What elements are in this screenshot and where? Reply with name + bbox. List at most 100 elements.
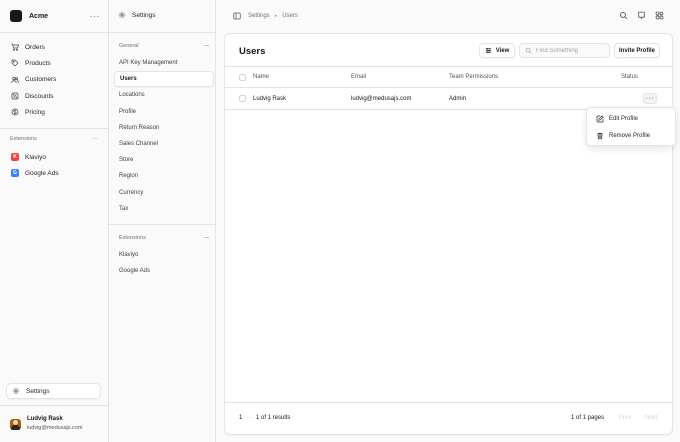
settings-button[interactable]: Settings	[6, 383, 101, 399]
gear-icon	[118, 11, 126, 19]
invite-profile-button[interactable]: Invite Profile	[614, 43, 660, 58]
page-size-more-icon[interactable]: ···	[246, 415, 252, 421]
notification-icon[interactable]	[637, 11, 646, 20]
view-button[interactable]: View	[479, 43, 515, 58]
extensions-header-label: Extensions	[10, 136, 37, 142]
user-info: Ludvig Rask ludvig@medusajs.com	[27, 415, 82, 433]
row-actions-menu: Edit Profile Remove Profile	[586, 107, 676, 146]
page-count: 1 of 1 pages	[571, 415, 605, 421]
settings-item-tax[interactable]: Tax	[114, 201, 214, 217]
select-all-checkbox[interactable]	[239, 73, 246, 81]
pagination: 1 ··· 1 of 1 results 1 of 1 pages Prev N…	[225, 402, 672, 435]
settings-label: Settings	[26, 387, 50, 395]
settings-item-region[interactable]: Region	[114, 168, 214, 184]
extensions-more-icon[interactable]: ···	[93, 136, 99, 142]
nav-label: Klaviyo	[25, 153, 46, 161]
search-icon	[525, 47, 532, 54]
sidebar-divider	[0, 128, 108, 129]
edit-icon	[596, 114, 604, 123]
nav-item-google-ads[interactable]: G Google Ads	[6, 165, 102, 181]
settings-title-label: Settings	[132, 11, 156, 19]
settings-item-locations[interactable]: Locations	[114, 87, 214, 103]
column-name[interactable]: Name	[253, 67, 269, 87]
results-count: 1 of 1 results	[256, 415, 291, 421]
settings-extensions-label: Extensions	[119, 235, 146, 241]
nav-item-klaviyo[interactable]: K Klaviyo	[6, 149, 102, 165]
breadcrumb-separator: ▸	[274, 13, 278, 19]
nav-label: Products	[25, 59, 51, 67]
general-list: API Key Management Users Locations Profi…	[114, 55, 214, 217]
next-button[interactable]: Next	[645, 415, 657, 421]
google-ads-icon: G	[11, 169, 19, 178]
avatar	[10, 418, 21, 430]
settings-extensions-collapse-icon[interactable]: —	[204, 235, 210, 241]
settings-item-klaviyo[interactable]: Klaviyo	[114, 247, 214, 263]
table-header: Name Email Team Permissions Status	[225, 66, 672, 88]
general-header-label: General	[119, 43, 139, 49]
settings-item-google-ads[interactable]: Google Ads	[114, 263, 214, 279]
main-nav: Orders Products Customers Discounts Pric…	[6, 39, 102, 120]
extensions-header: Extensions ···	[10, 136, 98, 142]
row-checkbox[interactable]	[239, 95, 246, 102]
search-box[interactable]	[519, 43, 610, 58]
remove-profile-item[interactable]: Remove Profile	[589, 127, 673, 144]
settings-item-store[interactable]: Store	[114, 152, 214, 168]
settings-sidebar: Settings General — API Key Management Us…	[109, 0, 216, 442]
search-input[interactable]	[536, 47, 606, 54]
settings-item-sales-channel[interactable]: Sales Channel	[114, 136, 214, 152]
gear-icon	[12, 387, 20, 395]
breadcrumb-current: Users	[282, 13, 298, 19]
settings-divider	[109, 224, 215, 225]
settings-item-currency[interactable]: Currency	[114, 185, 214, 201]
nav-item-customers[interactable]: Customers	[6, 72, 102, 88]
user-email: ludvig@medusajs.com	[27, 425, 83, 431]
nav-item-discounts[interactable]: Discounts	[6, 88, 102, 104]
column-email[interactable]: Email	[351, 67, 366, 87]
top-bar: Settings ▸ Users	[216, 0, 680, 32]
prev-button[interactable]: Prev	[619, 415, 631, 421]
breadcrumb-root[interactable]: Settings	[248, 13, 270, 19]
user-permissions-cell: Admin	[449, 95, 467, 102]
page-size[interactable]: 1	[239, 415, 242, 421]
column-status[interactable]: Status	[621, 67, 638, 87]
nav-label: Google Ads	[25, 169, 59, 177]
settings-item-api-key[interactable]: API Key Management	[114, 55, 214, 71]
row-actions-button[interactable]: ···	[643, 93, 657, 104]
nav-item-pricing[interactable]: Pricing	[6, 104, 102, 120]
settings-extensions-list: Klaviyo Google Ads	[114, 247, 214, 279]
settings-divider	[109, 32, 215, 33]
user-name: Ludvig Rask	[27, 416, 63, 422]
top-icons	[619, 11, 664, 20]
store-logo	[10, 10, 22, 22]
settings-item-return-reason[interactable]: Return Reason	[114, 120, 214, 136]
page-title: Users	[239, 46, 266, 57]
nav-item-orders[interactable]: Orders	[6, 39, 102, 55]
sidebar-divider	[0, 405, 108, 406]
remove-profile-label: Remove Profile	[609, 132, 651, 139]
trash-icon	[596, 132, 604, 140]
percent-icon	[11, 92, 19, 100]
user-name-cell: Ludvig Rask	[253, 95, 287, 102]
apps-icon[interactable]	[655, 11, 664, 20]
column-permissions[interactable]: Team Permissions	[449, 67, 498, 87]
select-all-cell	[239, 67, 246, 87]
main-sidebar: Acme ··· Orders Products Customers Disco…	[0, 0, 109, 442]
store-switcher[interactable]: Acme ···	[10, 10, 100, 22]
store-more-icon[interactable]: ···	[90, 11, 101, 21]
general-collapse-icon[interactable]: —	[204, 43, 210, 49]
users-icon	[11, 76, 19, 84]
sidebar-divider	[0, 32, 108, 33]
view-button-label: View	[495, 47, 510, 54]
nav-label: Pricing	[25, 108, 45, 116]
edit-profile-item[interactable]: Edit Profile	[589, 110, 673, 127]
user-menu[interactable]: Ludvig Rask ludvig@medusajs.com	[10, 415, 82, 433]
sidebar-toggle-icon[interactable]	[233, 12, 241, 20]
extensions-nav: K Klaviyo G Google Ads	[6, 149, 102, 182]
nav-label: Customers	[25, 76, 57, 84]
row-select-cell	[239, 88, 246, 109]
settings-item-profile[interactable]: Profile	[114, 104, 214, 120]
nav-item-products[interactable]: Products	[6, 55, 102, 71]
settings-extensions-header: Extensions —	[119, 235, 209, 241]
search-icon[interactable]	[619, 11, 628, 20]
settings-item-users[interactable]: Users	[114, 71, 214, 88]
